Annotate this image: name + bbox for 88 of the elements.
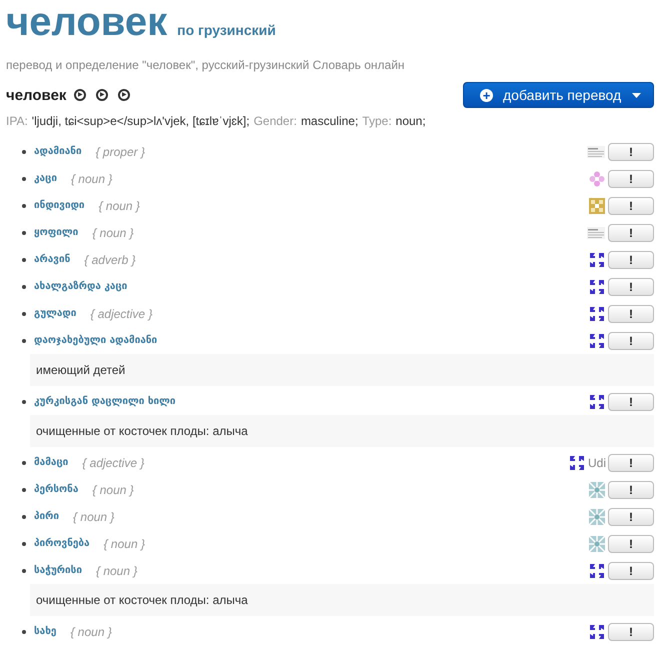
- part-of-speech: { noun }: [92, 482, 134, 496]
- report-button[interactable]: !: [608, 278, 654, 296]
- pattern-icon: [589, 198, 605, 214]
- pinwheel-icon: [589, 624, 605, 640]
- add-translation-button[interactable]: + добавить перевод: [463, 82, 654, 108]
- translation-link[interactable]: მამაცი: [34, 457, 68, 468]
- page-title: человек: [6, 0, 168, 44]
- translation-link[interactable]: საჭურისი: [34, 565, 82, 576]
- bullet-icon: [22, 630, 26, 634]
- source-label: Udi: [588, 456, 606, 470]
- part-of-speech: { noun }: [70, 172, 112, 186]
- bullet-icon: [22, 230, 26, 234]
- translation-link[interactable]: კურკისგან დაცლილი ხილი: [34, 396, 176, 407]
- translation-link[interactable]: ახალგაზრდა კაცი: [34, 281, 128, 292]
- info-value: 'ljudji, tɕi<sup>e</sup>lʌ'vjek, [tɕɪlɐˈvjɛk];: [32, 114, 250, 128]
- bullet-icon: [22, 284, 26, 288]
- report-button[interactable]: !: [608, 622, 654, 640]
- pinwheel-icon: [589, 394, 605, 410]
- definition-text: имеющий детей: [30, 354, 654, 386]
- document-icon: [587, 144, 605, 158]
- info-value: noun;: [396, 114, 426, 128]
- pinwheel-icon: [568, 454, 585, 470]
- report-button[interactable]: !: [608, 534, 654, 552]
- part-of-speech: { noun }: [98, 198, 140, 212]
- report-button[interactable]: !: [608, 170, 654, 188]
- tile-icon: [589, 482, 605, 498]
- translation-link[interactable]: ადამიანი: [34, 146, 82, 157]
- pinwheel-icon: [589, 332, 605, 348]
- flower-icon: [589, 170, 605, 186]
- info-value: masculine;: [300, 114, 358, 128]
- translation-link[interactable]: გულადი: [34, 308, 76, 319]
- pinwheel-icon: [589, 306, 605, 322]
- definition-text: очищенные от косточек плоды: алыча: [30, 415, 654, 447]
- report-button[interactable]: !: [608, 392, 654, 410]
- report-button[interactable]: !: [608, 454, 654, 472]
- report-button[interactable]: !: [608, 304, 654, 322]
- info-label: Type:: [362, 114, 392, 128]
- info-label: IPA:: [6, 114, 28, 128]
- bullet-icon: [22, 338, 26, 342]
- report-button[interactable]: !: [608, 142, 654, 160]
- report-button[interactable]: !: [608, 224, 654, 242]
- translation-link[interactable]: არავინ: [34, 254, 70, 265]
- bullet-icon: [22, 312, 26, 316]
- report-button[interactable]: !: [608, 480, 654, 498]
- report-button[interactable]: !: [608, 508, 654, 526]
- tile-icon: [589, 508, 605, 524]
- info-label: Gender:: [254, 114, 297, 128]
- part-of-speech: { noun }: [73, 510, 114, 524]
- bullet-icon: [22, 176, 26, 180]
- bullet-icon: [22, 400, 26, 404]
- translation-link[interactable]: პერსონა: [34, 484, 78, 495]
- part-of-speech: { adverb }: [84, 252, 136, 266]
- part-of-speech: { adjective }: [90, 306, 152, 320]
- caret-icon: [632, 92, 641, 98]
- bullet-icon: [22, 258, 26, 262]
- part-of-speech: { noun }: [96, 564, 138, 578]
- bullet-icon: [22, 204, 26, 208]
- document-icon: [587, 226, 605, 240]
- page-description: перевод и определение "человек", русский-грузинский Словарь онлайн: [6, 58, 406, 72]
- part-of-speech: { noun }: [92, 226, 134, 240]
- part-of-speech: { proper }: [96, 144, 145, 158]
- pinwheel-icon: [589, 562, 605, 578]
- bullet-icon: [22, 514, 26, 518]
- report-button[interactable]: !: [608, 332, 654, 350]
- translation-link[interactable]: დაოჯახებული ადამიანი: [34, 335, 158, 346]
- part-of-speech: { noun }: [104, 536, 145, 550]
- part-of-speech: { noun }: [70, 624, 112, 638]
- pinwheel-icon: [589, 252, 605, 268]
- bullet-icon: [22, 488, 26, 492]
- translation-link[interactable]: ყოფილი: [34, 227, 78, 238]
- bullet-icon: [22, 542, 26, 546]
- headword: человек: [6, 86, 66, 104]
- translation-link[interactable]: ინდივიდი: [34, 200, 85, 211]
- report-button[interactable]: !: [608, 250, 654, 268]
- bullet-icon: [22, 460, 26, 464]
- bullet-icon: [22, 150, 26, 154]
- translation-link[interactable]: სახე: [34, 626, 56, 637]
- translation-link[interactable]: პიროვნება: [34, 538, 90, 549]
- definition-text: очищенные от косточек плоды: алыча: [30, 584, 654, 616]
- part-of-speech: { adjective }: [82, 456, 144, 470]
- report-button[interactable]: !: [608, 562, 654, 580]
- pinwheel-icon: [589, 278, 605, 294]
- report-button[interactable]: !: [608, 196, 654, 214]
- page-subtitle: по грузинский: [177, 22, 276, 38]
- translation-link[interactable]: პირი: [34, 511, 60, 522]
- tile-icon: [589, 536, 605, 552]
- bullet-icon: [22, 568, 26, 572]
- translation-link[interactable]: კაცი: [34, 173, 57, 184]
